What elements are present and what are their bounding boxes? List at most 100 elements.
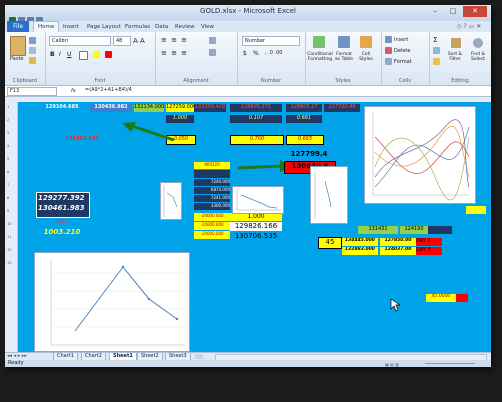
cell-fill[interactable]: [456, 294, 468, 302]
row-number[interactable]: 13: [7, 261, 11, 265]
tab-formulas[interactable]: Formulas: [125, 24, 150, 30]
insert-cells-icon[interactable]: [385, 36, 392, 43]
fx-icon[interactable]: fx: [71, 88, 76, 94]
row-number[interactable]: 1: [7, 105, 9, 109]
cell-fill[interactable]: [194, 170, 230, 178]
cell-value[interactable]: 132134.000: [134, 104, 164, 112]
sheet-nav-icons[interactable]: ◂◂ ◂ ▸ ▸▸: [7, 353, 27, 359]
cell-value[interactable]: 127259.000: [166, 104, 194, 112]
font-color-icon[interactable]: [105, 51, 112, 58]
cell-fill[interactable]: [428, 226, 452, 234]
name-box[interactable]: F13: [7, 87, 57, 96]
cell-value[interactable]: 128805.17: [286, 104, 322, 112]
cell-value[interactable]: -30000.000: [194, 231, 230, 239]
cell-value[interactable]: 0.700: [230, 135, 284, 145]
cell-value[interactable]: 130461.983: [38, 204, 88, 214]
cell-value[interactable]: 127799.4: [284, 150, 334, 160]
insert-sheet-icon[interactable]: [195, 354, 203, 359]
cell-value[interactable]: 45: [318, 237, 342, 249]
cell-value[interactable]: 3300.000: [194, 203, 230, 210]
arrow-shape-1[interactable]: [118, 120, 178, 144]
currency-button[interactable]: $: [243, 50, 247, 57]
merge-center-icon[interactable]: [209, 49, 216, 56]
cell-value[interactable]: 7240.000: [194, 179, 230, 186]
cell-styles-icon[interactable]: [360, 36, 372, 48]
tab-file[interactable]: File: [7, 21, 29, 32]
paste-icon[interactable]: [10, 36, 26, 56]
row-number[interactable]: 9: [7, 209, 9, 213]
cell-value[interactable]: 124037.00: [380, 247, 416, 255]
number-format-select[interactable]: Number: [242, 36, 300, 46]
font-name-select[interactable]: Calibri: [49, 36, 111, 46]
cell-value[interactable]: 124190: [400, 226, 428, 234]
delete-button[interactable]: Delete: [394, 48, 410, 54]
cell-value[interactable]: DAY 2: [416, 238, 442, 246]
copy-icon[interactable]: [29, 47, 36, 54]
cell-value[interactable]: -20000.000: [194, 213, 230, 221]
mini-chart-1[interactable]: [160, 182, 182, 220]
conditional-formatting-icon[interactable]: [313, 36, 325, 48]
clear-icon[interactable]: [433, 58, 440, 65]
underline-button[interactable]: U: [67, 51, 71, 58]
cell-value[interactable]: 129104.685: [34, 104, 90, 112]
ribbon-help-icon[interactable]: ◇ ? ▭ ✕: [457, 23, 487, 31]
sort-filter-button[interactable]: Sort & Filter: [445, 52, 465, 62]
tab-view[interactable]: View: [201, 24, 214, 30]
tab-review[interactable]: Review: [175, 24, 195, 30]
format-cells-icon[interactable]: [385, 58, 392, 65]
zoom-slider[interactable]: [425, 363, 475, 364]
cell-value[interactable]: 131431: [358, 226, 398, 234]
vertical-align-icons[interactable]: ≡ ≡ ≡: [161, 36, 188, 44]
row-number[interactable]: 2: [7, 118, 9, 122]
cell-value[interactable]: 129826.166: [230, 222, 282, 231]
format-button[interactable]: Format: [394, 59, 412, 65]
fill-icon[interactable]: [433, 47, 440, 54]
maximize-button[interactable]: □: [445, 6, 461, 17]
row-number[interactable]: 11: [7, 235, 11, 239]
cell-value[interactable]: 132883.000: [342, 247, 378, 255]
percent-button[interactable]: %: [253, 50, 259, 57]
row-number[interactable]: 4: [7, 144, 9, 148]
cell-value[interactable]: 6874.000: [194, 187, 230, 194]
cell-value[interactable]: 0.107: [230, 115, 282, 123]
autosum-button[interactable]: Σ: [433, 36, 437, 44]
grow-font-icon[interactable]: A A: [133, 37, 145, 45]
cell-value[interactable]: 130436.982: [90, 104, 132, 112]
cell-value[interactable]: 128805.371: [230, 104, 282, 112]
format-table-icon[interactable]: [338, 36, 350, 48]
horizontal-align-icons[interactable]: ≡ ≡ ≡: [161, 49, 188, 57]
minimize-button[interactable]: –: [427, 6, 443, 17]
row-number[interactable]: 10: [7, 222, 11, 226]
cell-value[interactable]: 45.0000: [426, 294, 456, 302]
cell-value[interactable]: 134445.000: [342, 238, 378, 246]
bold-button[interactable]: B: [50, 51, 55, 58]
cell-value[interactable]: -10000.000: [194, 222, 230, 230]
cell-value[interactable]: 0.000: [46, 219, 76, 225]
cell-value[interactable]: 0.665: [286, 135, 324, 145]
cell-value[interactable]: 130706.535: [230, 232, 282, 241]
row-number[interactable]: 7: [7, 183, 9, 187]
multi-series-line-chart[interactable]: [364, 106, 476, 204]
worksheet-grid[interactable]: 129104.685 130436.982 132134.000 127259.…: [18, 102, 491, 352]
cell-value[interactable]: DAY 3: [416, 247, 442, 255]
find-select-button[interactable]: Find & Select: [467, 52, 489, 62]
row-number[interactable]: 12: [7, 248, 11, 252]
row-number[interactable]: 5: [7, 157, 9, 161]
close-button[interactable]: ✕: [463, 6, 487, 17]
insert-button[interactable]: Insert: [394, 37, 408, 43]
mini-chart-3[interactable]: [310, 166, 348, 224]
formula-input[interactable]: =(A9*2+A1+B4)/4: [83, 87, 489, 94]
wrap-text-icon[interactable]: [209, 37, 216, 44]
cell-value[interactable]: 1003.210: [36, 228, 88, 237]
cell-value[interactable]: 131455.193: [60, 136, 104, 144]
conditional-formatting-button[interactable]: Conditional Formatting: [307, 52, 333, 62]
tab-data[interactable]: Data: [155, 24, 168, 30]
line-chart[interactable]: [34, 252, 190, 352]
format-painter-icon[interactable]: [29, 57, 36, 64]
tab-insert[interactable]: Insert: [63, 24, 79, 30]
cell-value[interactable]: 0.681: [286, 115, 322, 123]
row-headers[interactable]: 1 2 3 4 5 6 7 8 9 10 11 12 13: [5, 102, 18, 352]
cut-icon[interactable]: [29, 37, 36, 44]
fill-color-icon[interactable]: [93, 51, 100, 58]
borders-icon[interactable]: [79, 51, 88, 60]
